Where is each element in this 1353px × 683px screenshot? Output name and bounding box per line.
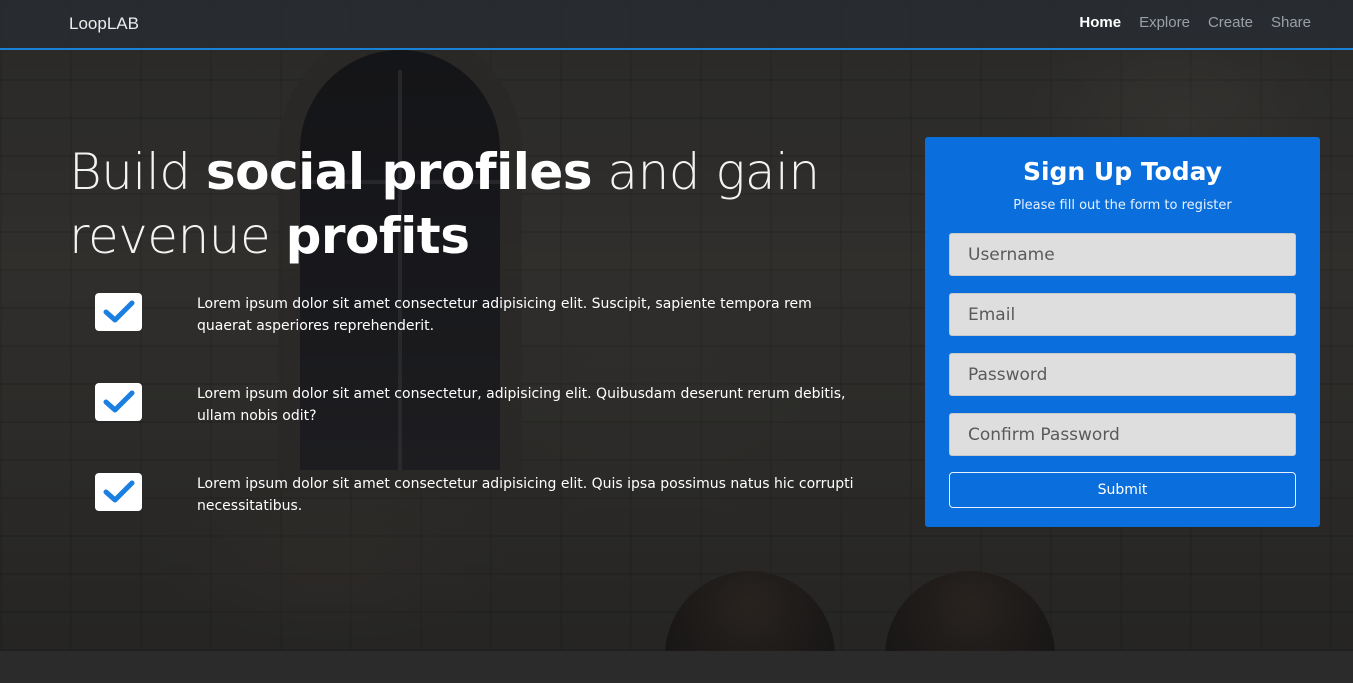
feature-item: Lorem ipsum dolor sit amet consectetur a… [95,293,865,343]
headline-emphasis: social profiles [205,143,593,201]
check-icon [95,473,142,511]
username-input[interactable] [949,233,1296,276]
nav-link-home[interactable]: Home [1079,14,1121,31]
check-icon [95,293,142,331]
headline-emphasis: profits [285,207,470,265]
feature-item: Lorem ipsum dolor sit amet consectetur, … [95,383,865,433]
feature-text: Lorem ipsum dolor sit amet consectetur a… [197,296,812,334]
email-input[interactable] [949,293,1296,336]
nav-links: Home Explore Create Share [1079,14,1311,31]
signup-title: Sign Up Today [1022,157,1223,186]
footer-band [0,651,1353,683]
feature-item: Lorem ipsum dolor sit amet consectetur a… [95,473,865,523]
check-icon [95,383,142,421]
feature-text: Lorem ipsum dolor sit amet consectetur a… [197,476,854,514]
navbar: LoopLAB Home Explore Create Share [0,0,1353,50]
password-input[interactable] [949,353,1296,396]
signup-subtitle: Please fill out the form to register [1013,198,1232,213]
confirm-password-input[interactable] [949,413,1296,456]
feature-text: Lorem ipsum dolor sit amet consectetur, … [197,386,846,424]
hero-headline: Build social profiles and gain revenue p… [69,140,889,268]
nav-link-share[interactable]: Share [1271,14,1311,31]
submit-button[interactable]: Submit [949,472,1296,508]
brand-logo[interactable]: LoopLAB [69,14,139,34]
nav-link-explore[interactable]: Explore [1139,14,1190,31]
signup-form: Sign Up Today Please fill out the form t… [925,137,1320,527]
nav-link-create[interactable]: Create [1208,14,1253,31]
headline-part: Build [69,143,206,201]
